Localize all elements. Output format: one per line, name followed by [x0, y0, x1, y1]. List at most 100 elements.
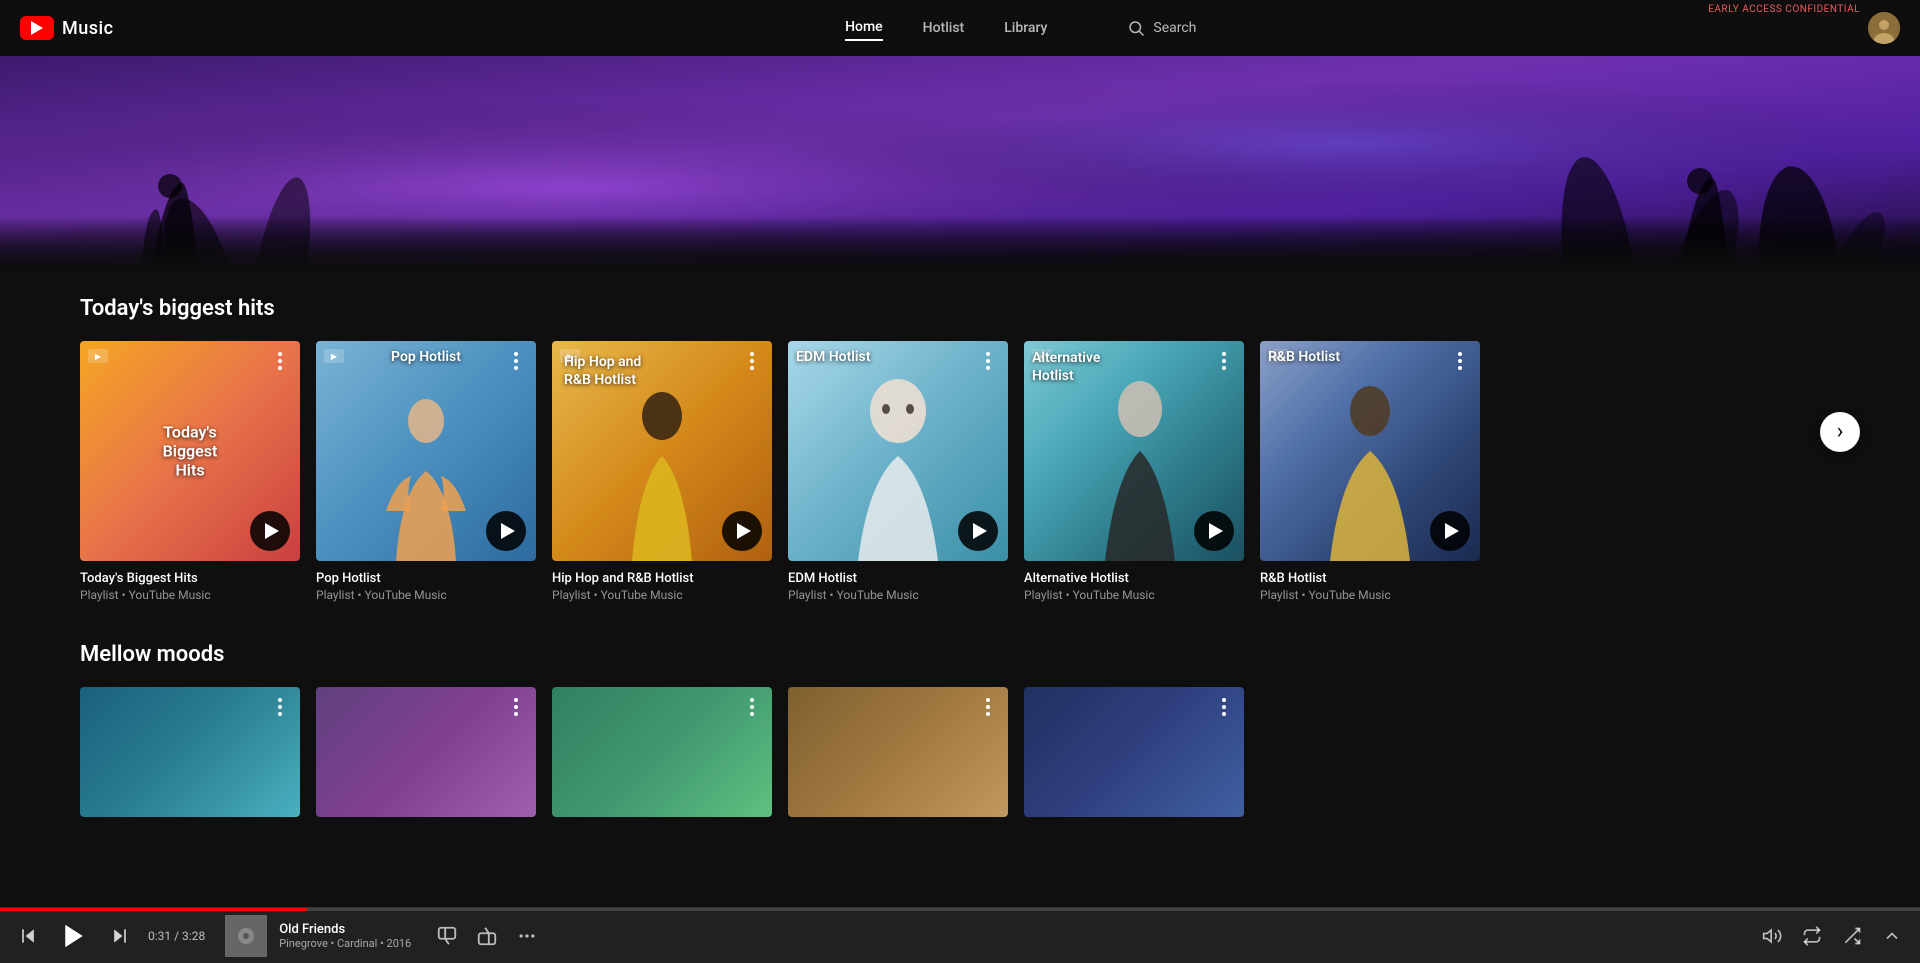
card-name-5: R&B Hotlist — [1260, 571, 1480, 586]
mellow-menu-3[interactable] — [976, 695, 1000, 719]
card-sub-0: Playlist • YouTube Music — [80, 588, 300, 602]
hero-banner — [0, 56, 1920, 276]
card-info-4: Alternative Hotlist Playlist • YouTube M… — [1024, 571, 1244, 602]
bottom-player: 0:31 / 3:28 Old Friends Pinegrove • Card… — [0, 907, 1920, 963]
mellow-card-0[interactable] — [80, 687, 300, 817]
mellow-card-2[interactable] — [552, 687, 772, 817]
card-name-4: Alternative Hotlist — [1024, 571, 1244, 586]
nav-home[interactable]: Home — [845, 15, 883, 41]
app-title: Music — [62, 18, 114, 39]
card-play-button-4[interactable] — [1194, 511, 1234, 551]
card-name-3: EDM Hotlist — [788, 571, 1008, 586]
more-options-button[interactable] — [515, 924, 539, 948]
logo[interactable]: Music — [20, 16, 114, 40]
playlist-icon-0 — [88, 349, 108, 363]
mellow-thumb-2 — [552, 687, 772, 817]
mellow-card-3[interactable] — [788, 687, 1008, 817]
card-name-0: Today's Biggest Hits — [80, 571, 300, 586]
nav-hotlist[interactable]: Hotlist — [923, 16, 965, 40]
time-display: 0:31 / 3:28 — [148, 929, 205, 943]
card-thumb-3: EDM Hotlist — [788, 341, 1008, 561]
card-rnb-hotlist[interactable]: R&B Hotlist R&B Hotlist Playlist • YouTu… — [1260, 341, 1480, 602]
player-actions — [435, 924, 539, 948]
main-content: Today's biggest hits Today's BiggestHits… — [0, 276, 1920, 837]
card-sub-5: Playlist • YouTube Music — [1260, 588, 1480, 602]
mellow-cards-row — [80, 687, 1840, 817]
card-thumb-0: Today's BiggestHits — [80, 341, 300, 561]
mellow-thumb-1 — [316, 687, 536, 817]
youtube-icon — [20, 16, 54, 40]
pop-label: Pop Hotlist — [391, 349, 461, 365]
repeat-button[interactable] — [1800, 924, 1824, 948]
card-hiphop-hotlist[interactable]: Hip Hop andR&B Hotlist Hip Hop and R&B H… — [552, 341, 772, 602]
search-icon — [1127, 19, 1145, 37]
card-menu-button-2[interactable] — [740, 349, 764, 373]
play-pause-button[interactable] — [56, 918, 92, 954]
volume-button[interactable] — [1760, 924, 1784, 948]
progress-bar-track[interactable] — [0, 908, 1920, 911]
card-menu-button-0[interactable] — [268, 349, 292, 373]
cards-row-biggest-hits: Today's BiggestHits Today's Biggest Hits… — [80, 341, 1840, 602]
player-track-name: Old Friends — [279, 922, 411, 937]
next-arrow-button[interactable] — [1820, 412, 1860, 452]
card-thumb-4: AlternativeHotlist — [1024, 341, 1244, 561]
card-menu-button-5[interactable] — [1448, 349, 1472, 373]
card-play-button-1[interactable] — [486, 511, 526, 551]
like-button[interactable] — [475, 924, 499, 948]
player-track-subtitle: Pinegrove • Cardinal • 2016 — [279, 937, 411, 950]
playlist-icon-1 — [324, 349, 344, 363]
card-thumb-5: R&B Hotlist — [1260, 341, 1480, 561]
card-info-0: Today's Biggest Hits Playlist • YouTube … — [80, 571, 300, 602]
progress-area: 0:31 / 3:28 — [148, 929, 205, 943]
edm-label: EDM Hotlist — [796, 349, 870, 365]
card-todays-biggest-hits[interactable]: Today's BiggestHits Today's Biggest Hits… — [80, 341, 300, 602]
card-pop-hotlist[interactable]: Pop Hotlist Pop Hotlist Playlist • YouTu… — [316, 341, 536, 602]
mellow-menu-4[interactable] — [1212, 695, 1236, 719]
hiphop-label: Hip Hop andR&B Hotlist — [564, 353, 641, 389]
nav-right — [1868, 12, 1900, 44]
user-avatar[interactable] — [1868, 12, 1900, 44]
card-label-0: Today's BiggestHits — [135, 423, 245, 480]
card-thumb-1: Pop Hotlist — [316, 341, 536, 561]
skip-forward-button[interactable] — [108, 924, 132, 948]
mellow-menu-2[interactable] — [740, 695, 764, 719]
mellow-card-4[interactable] — [1024, 687, 1244, 817]
skip-back-button[interactable] — [16, 924, 40, 948]
card-alternative-hotlist[interactable]: AlternativeHotlist Alternative Hotlist P… — [1024, 341, 1244, 602]
card-play-button-0[interactable] — [250, 511, 290, 551]
navbar: Music Home Hotlist Library Search EARLY … — [0, 0, 1920, 56]
mellow-thumb-3 — [788, 687, 1008, 817]
early-access-label: EARLY ACCESS CONFIDENTIAL — [1708, 4, 1860, 15]
mellow-menu-0[interactable] — [268, 695, 292, 719]
nav-library[interactable]: Library — [1004, 16, 1047, 40]
card-menu-button-1[interactable] — [504, 349, 528, 373]
alt-label: AlternativeHotlist — [1032, 349, 1100, 385]
shuffle-button[interactable] — [1840, 924, 1864, 948]
mellow-thumb-0 — [80, 687, 300, 817]
card-edm-hotlist[interactable]: EDM Hotlist EDM Hotlist Playlist • YouTu… — [788, 341, 1008, 602]
card-play-button-2[interactable] — [722, 511, 762, 551]
player-controls — [16, 918, 132, 954]
mellow-menu-1[interactable] — [504, 695, 528, 719]
card-play-button-5[interactable] — [1430, 511, 1470, 551]
card-menu-button-4[interactable] — [1212, 349, 1236, 373]
player-album-art — [225, 915, 267, 957]
search-button[interactable]: Search — [1127, 19, 1196, 37]
rnb-label: R&B Hotlist — [1268, 349, 1340, 365]
card-info-1: Pop Hotlist Playlist • YouTube Music — [316, 571, 536, 602]
progress-fill — [0, 908, 307, 911]
section-title-mellow: Mellow moods — [80, 642, 1840, 667]
nav-links: Home Hotlist Library Search — [174, 15, 1869, 41]
card-info-3: EDM Hotlist Playlist • YouTube Music — [788, 571, 1008, 602]
mellow-thumb-4 — [1024, 687, 1244, 817]
player-track-info: Old Friends Pinegrove • Cardinal • 2016 — [279, 922, 411, 950]
dislike-button[interactable] — [435, 924, 459, 948]
card-name-1: Pop Hotlist — [316, 571, 536, 586]
card-sub-4: Playlist • YouTube Music — [1024, 588, 1244, 602]
card-info-2: Hip Hop and R&B Hotlist Playlist • YouTu… — [552, 571, 772, 602]
card-play-button-3[interactable] — [958, 511, 998, 551]
hero-silhouettes — [0, 56, 1920, 276]
card-menu-button-3[interactable] — [976, 349, 1000, 373]
mellow-card-1[interactable] — [316, 687, 536, 817]
expand-button[interactable] — [1880, 924, 1904, 948]
